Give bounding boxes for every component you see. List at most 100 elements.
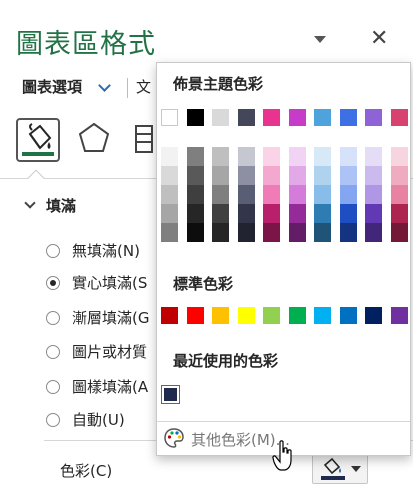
radio-button[interactable] xyxy=(46,413,60,427)
standard-color-swatch[interactable] xyxy=(161,307,178,324)
radio-label: 漸層填滿(G xyxy=(72,309,150,327)
theme-shade-swatch[interactable] xyxy=(339,166,357,185)
theme-shade-swatch[interactable] xyxy=(390,185,408,204)
chevron-down-icon[interactable] xyxy=(24,197,36,209)
paint-bucket-icon[interactable] xyxy=(16,118,60,162)
fill-color-button[interactable] xyxy=(312,452,368,484)
standard-colors-heading: 標準色彩 xyxy=(173,275,234,293)
theme-shade-swatch[interactable] xyxy=(365,166,382,185)
theme-color-swatch[interactable] xyxy=(237,109,255,126)
theme-shade-swatch[interactable] xyxy=(161,166,178,185)
theme-shade-swatch[interactable] xyxy=(263,147,280,166)
chevron-down-icon[interactable] xyxy=(98,79,111,92)
standard-color-swatch[interactable] xyxy=(390,307,408,324)
recent-colors-heading: 最近使用的色彩 xyxy=(173,352,279,370)
theme-shade-swatch[interactable] xyxy=(212,147,229,166)
theme-shade-swatch[interactable] xyxy=(314,223,331,242)
radio-button[interactable] xyxy=(46,311,60,325)
theme-shade-swatch[interactable] xyxy=(263,166,280,185)
theme-shade-swatch[interactable] xyxy=(161,223,178,242)
standard-color-swatch[interactable] xyxy=(263,307,280,324)
size-properties-icon[interactable] xyxy=(134,122,154,166)
radio-button[interactable] xyxy=(46,244,60,258)
theme-shade-swatch[interactable] xyxy=(237,166,255,185)
radio-button[interactable] xyxy=(46,380,60,394)
theme-shade-swatch[interactable] xyxy=(288,185,306,204)
standard-color-swatch[interactable] xyxy=(212,307,229,324)
theme-shade-swatch[interactable] xyxy=(288,223,306,242)
theme-shade-swatch[interactable] xyxy=(237,204,255,223)
theme-shade-swatch[interactable] xyxy=(288,147,306,166)
pane-options-chevron-icon[interactable] xyxy=(314,36,326,43)
theme-shade-swatch[interactable] xyxy=(212,223,229,242)
theme-shade-swatch[interactable] xyxy=(390,204,408,223)
standard-color-swatch[interactable] xyxy=(314,307,331,324)
theme-shade-swatch[interactable] xyxy=(365,185,382,204)
standard-color-swatch[interactable] xyxy=(186,307,204,324)
theme-shade-swatch[interactable] xyxy=(365,204,382,223)
palette-icon xyxy=(164,428,184,448)
theme-shade-swatch[interactable] xyxy=(186,147,204,166)
color-label: 色彩(C) xyxy=(60,462,113,480)
standard-color-swatch[interactable] xyxy=(339,307,357,324)
paint-bucket-icon xyxy=(323,457,341,475)
dropdown-arrow-icon[interactable] xyxy=(351,466,361,472)
theme-shade-swatch[interactable] xyxy=(365,223,382,242)
radio-label: 自動(U) xyxy=(72,411,125,429)
theme-shade-swatch[interactable] xyxy=(314,185,331,204)
radio-label: 圖樣填滿(A xyxy=(72,378,149,396)
theme-shade-swatch[interactable] xyxy=(161,204,178,223)
radio-label: 實心填滿(S xyxy=(72,274,148,292)
theme-shade-swatch[interactable] xyxy=(314,166,331,185)
theme-shade-swatch[interactable] xyxy=(237,147,255,166)
theme-shade-swatch[interactable] xyxy=(161,185,178,204)
theme-color-swatch[interactable] xyxy=(365,109,382,126)
radio-button-selected[interactable] xyxy=(46,276,60,290)
theme-color-swatch[interactable] xyxy=(212,109,229,126)
theme-shade-swatch[interactable] xyxy=(339,185,357,204)
theme-shade-swatch[interactable] xyxy=(339,223,357,242)
recent-color-swatch[interactable] xyxy=(161,385,180,404)
theme-shade-swatch[interactable] xyxy=(288,166,306,185)
theme-color-swatch[interactable] xyxy=(288,109,306,126)
popup-divider xyxy=(157,421,410,422)
theme-shade-swatch[interactable] xyxy=(186,166,204,185)
theme-shade-swatch[interactable] xyxy=(186,223,204,242)
theme-shade-swatch[interactable] xyxy=(339,204,357,223)
fill-section-heading[interactable]: 填滿 xyxy=(46,195,76,216)
theme-color-swatch[interactable] xyxy=(314,109,331,126)
theme-shade-swatch[interactable] xyxy=(237,185,255,204)
theme-color-swatch[interactable] xyxy=(161,109,178,126)
theme-shade-swatch[interactable] xyxy=(212,185,229,204)
theme-color-swatch[interactable] xyxy=(339,109,357,126)
standard-color-swatch[interactable] xyxy=(288,307,306,324)
theme-shade-swatch[interactable] xyxy=(263,223,280,242)
theme-shade-swatch[interactable] xyxy=(390,166,408,185)
theme-shade-swatch[interactable] xyxy=(212,204,229,223)
theme-shade-swatch[interactable] xyxy=(237,223,255,242)
theme-shade-swatch[interactable] xyxy=(288,204,306,223)
theme-shade-swatch[interactable] xyxy=(263,204,280,223)
theme-color-swatch[interactable] xyxy=(186,109,204,126)
close-icon[interactable]: ✕ xyxy=(370,26,388,51)
theme-shade-swatch[interactable] xyxy=(339,147,357,166)
theme-color-swatch[interactable] xyxy=(263,109,280,126)
theme-shade-swatch[interactable] xyxy=(186,204,204,223)
theme-shade-swatch[interactable] xyxy=(390,223,408,242)
theme-shade-swatch[interactable] xyxy=(212,166,229,185)
tab-chart-options[interactable]: 圖表選項 xyxy=(22,76,82,97)
theme-shade-swatch[interactable] xyxy=(365,147,382,166)
pentagon-icon[interactable] xyxy=(76,120,120,164)
tab-text-options[interactable]: 文 xyxy=(136,76,151,97)
radio-label: 無填滿(N) xyxy=(72,242,140,260)
standard-color-swatch[interactable] xyxy=(365,307,382,324)
theme-shade-swatch[interactable] xyxy=(314,147,331,166)
theme-shade-swatch[interactable] xyxy=(390,147,408,166)
theme-shade-swatch[interactable] xyxy=(161,147,178,166)
theme-shade-swatch[interactable] xyxy=(263,185,280,204)
radio-button[interactable] xyxy=(46,345,60,359)
theme-color-swatch[interactable] xyxy=(390,109,408,126)
theme-shade-swatch[interactable] xyxy=(186,185,204,204)
standard-color-swatch[interactable] xyxy=(237,307,255,324)
theme-shade-swatch[interactable] xyxy=(314,204,331,223)
